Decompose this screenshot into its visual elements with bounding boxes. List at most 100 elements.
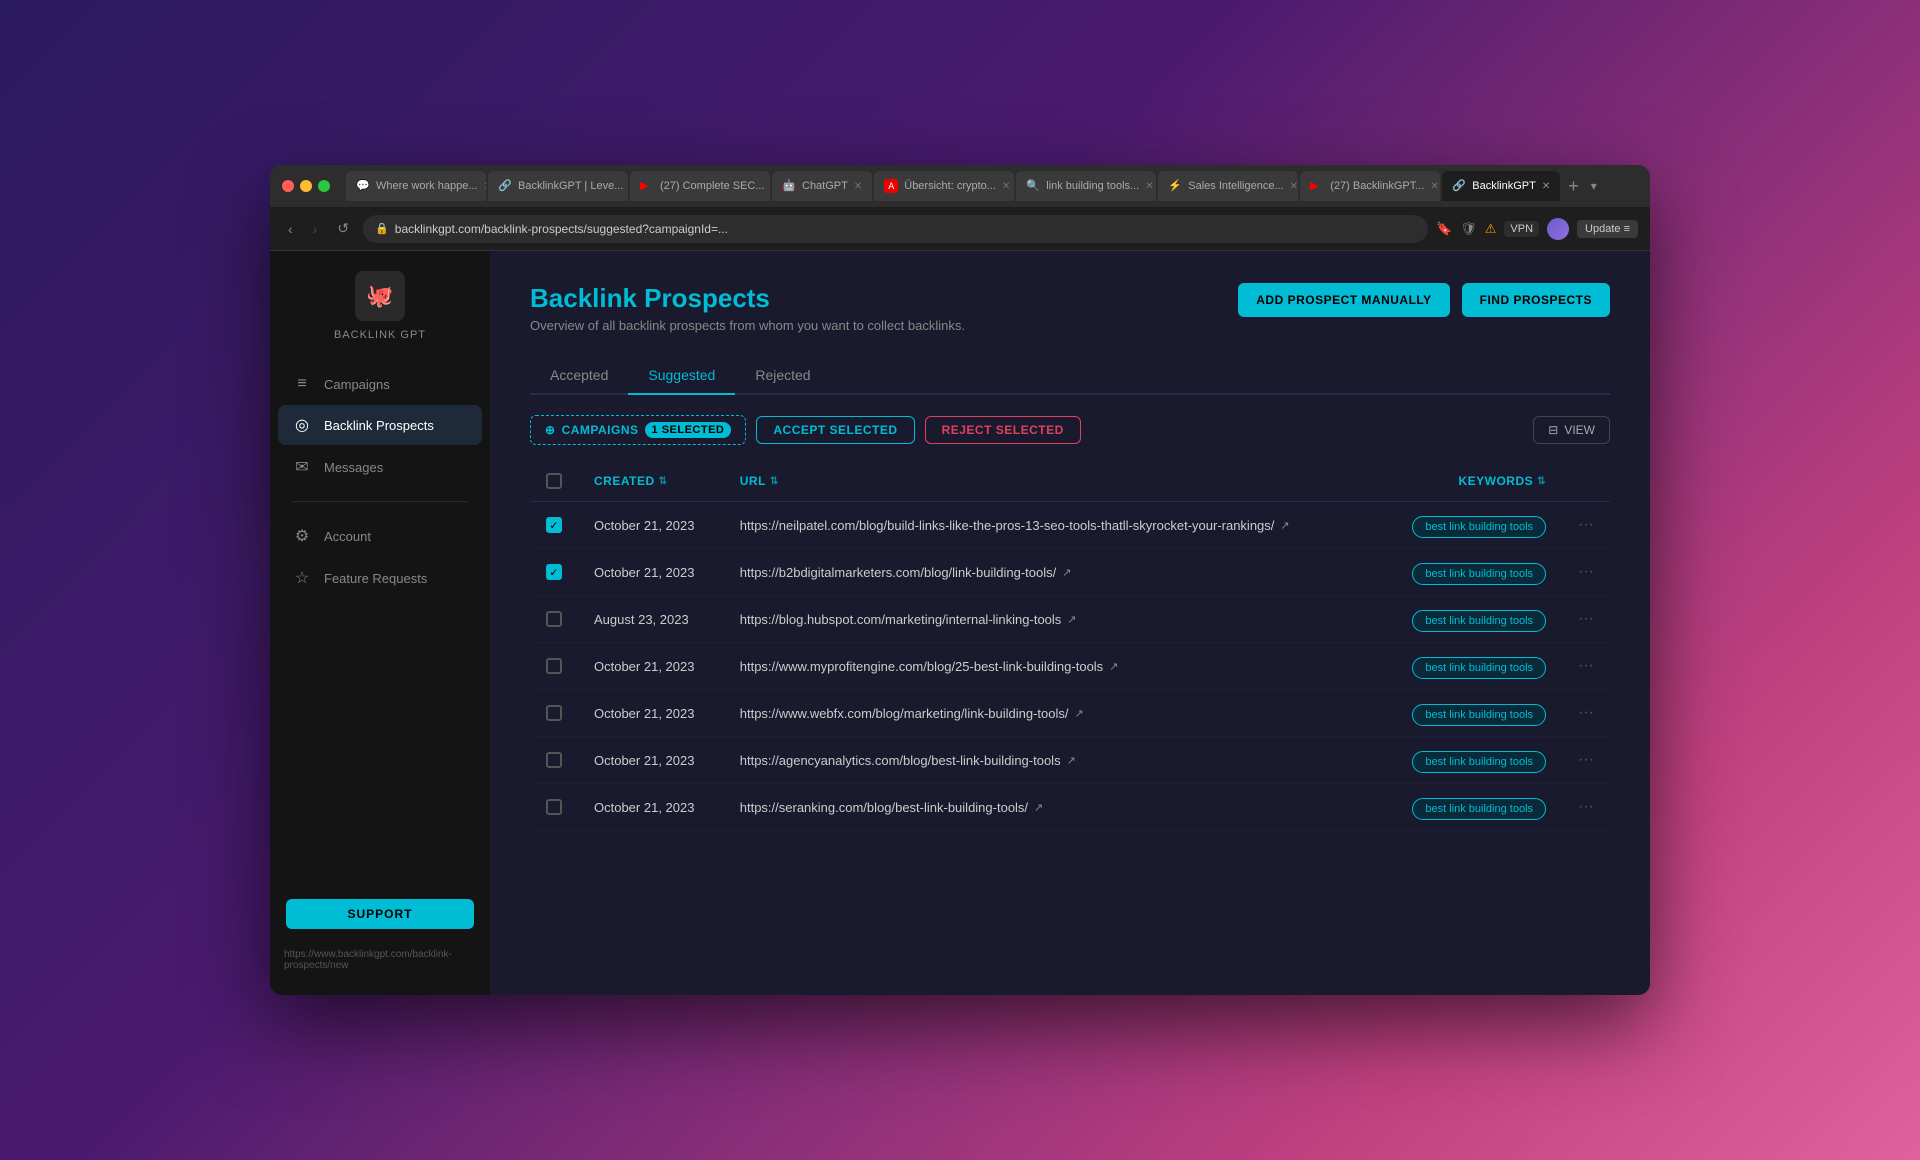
select-all-checkbox[interactable] bbox=[546, 473, 562, 489]
tab-youtube1[interactable]: ▶ (27) Complete SEC... ✕ bbox=[630, 171, 770, 201]
date-cell: October 21, 2023 bbox=[578, 690, 724, 737]
reject-selected-button[interactable]: REJECT SELECTED bbox=[925, 416, 1081, 444]
url-cell[interactable]: https://seranking.com/blog/best-link-bui… bbox=[724, 784, 1364, 831]
row-checkbox[interactable] bbox=[546, 705, 562, 721]
sidebar-item-account[interactable]: ⚙ Account bbox=[278, 516, 482, 556]
url-column-header[interactable]: URL ⇅ bbox=[724, 461, 1364, 502]
created-column-header[interactable]: CREATED ⇅ bbox=[578, 461, 724, 502]
more-options-button[interactable]: ··· bbox=[1578, 798, 1594, 815]
backlink-icon: ◎ bbox=[292, 415, 312, 435]
tab-backlink-active[interactable]: 🔗 BacklinkGPT ✕ bbox=[1442, 171, 1560, 201]
tab-close-icon[interactable]: ✕ bbox=[854, 181, 862, 192]
warning-icon: ⚠ bbox=[1485, 221, 1497, 237]
url-cell[interactable]: https://www.myprofitengine.com/blog/25-b… bbox=[724, 643, 1364, 690]
tab-dropdown-button[interactable]: ▾ bbox=[1587, 179, 1601, 193]
tab-sales[interactable]: ⚡ Sales Intelligence... ✕ bbox=[1158, 171, 1298, 201]
url-cell[interactable]: https://www.webfx.com/blog/marketing/lin… bbox=[724, 690, 1364, 737]
tab-close-icon[interactable]: ✕ bbox=[1430, 181, 1438, 192]
row-actions-cell[interactable]: ··· bbox=[1562, 549, 1610, 596]
update-button[interactable]: Update ≡ bbox=[1577, 220, 1638, 238]
view-button[interactable]: ⊟ VIEW bbox=[1533, 416, 1610, 444]
more-options-button[interactable]: ··· bbox=[1578, 704, 1594, 721]
external-link-icon[interactable]: ↗ bbox=[1109, 660, 1118, 673]
more-options-button[interactable]: ··· bbox=[1578, 751, 1594, 768]
row-actions-cell[interactable]: ··· bbox=[1562, 502, 1610, 549]
more-options-button[interactable]: ··· bbox=[1578, 516, 1594, 533]
tab-close-icon[interactable]: ✕ bbox=[484, 181, 487, 192]
table-row: October 21, 2023 https://seranking.com/b… bbox=[530, 784, 1610, 831]
external-link-icon[interactable]: ↗ bbox=[1062, 566, 1071, 579]
maximize-button[interactable] bbox=[318, 180, 330, 192]
minimize-button[interactable] bbox=[300, 180, 312, 192]
tab-youtube2[interactable]: ▶ (27) BacklinkGPT... ✕ bbox=[1300, 171, 1440, 201]
url-cell[interactable]: https://b2bdigitalmarketers.com/blog/lin… bbox=[724, 549, 1364, 596]
checkbox-cell[interactable] bbox=[530, 643, 578, 690]
sidebar-item-backlink-prospects[interactable]: ◎ Backlink Prospects bbox=[278, 405, 482, 445]
back-button[interactable]: ‹ bbox=[282, 217, 299, 241]
tab-google[interactable]: 🔍 link building tools... ✕ bbox=[1016, 171, 1156, 201]
reload-button[interactable]: ↺ bbox=[331, 216, 355, 241]
tab-accepted[interactable]: Accepted bbox=[530, 357, 628, 393]
sidebar-item-messages[interactable]: ✉ Messages bbox=[278, 447, 482, 487]
campaigns-filter-button[interactable]: ⊕ CAMPAIGNS 1 SELECTED bbox=[530, 415, 746, 445]
new-tab-button[interactable]: + bbox=[1562, 176, 1585, 197]
checkbox-cell[interactable] bbox=[530, 596, 578, 643]
tab-close-icon[interactable]: ✕ bbox=[1145, 181, 1153, 192]
row-actions-cell[interactable]: ··· bbox=[1562, 596, 1610, 643]
row-checkbox[interactable] bbox=[546, 611, 562, 627]
url-cell[interactable]: https://blog.hubspot.com/marketing/inter… bbox=[724, 596, 1364, 643]
campaigns-icon: ≡ bbox=[292, 375, 312, 393]
select-all-header[interactable] bbox=[530, 461, 578, 502]
close-button[interactable] bbox=[282, 180, 294, 192]
tab-chatgpt[interactable]: 🤖 ChatGPT ✕ bbox=[772, 171, 872, 201]
more-options-button[interactable]: ··· bbox=[1578, 610, 1594, 627]
tab-suggested[interactable]: Suggested bbox=[628, 357, 735, 393]
row-checkbox[interactable] bbox=[546, 658, 562, 674]
row-checkbox[interactable]: ✓ bbox=[546, 564, 562, 580]
shield-icon[interactable]: 🛡 bbox=[1460, 221, 1477, 237]
sales-favicon: ⚡ bbox=[1168, 179, 1182, 193]
support-button[interactable]: SUPPORT bbox=[286, 899, 474, 929]
external-link-icon[interactable]: ↗ bbox=[1067, 613, 1076, 626]
checkbox-cell[interactable] bbox=[530, 737, 578, 784]
row-checkbox[interactable] bbox=[546, 752, 562, 768]
sidebar-item-feature-requests[interactable]: ☆ Feature Requests bbox=[278, 558, 482, 598]
external-link-icon[interactable]: ↗ bbox=[1034, 801, 1043, 814]
tab-slack[interactable]: 💬 Where work happe... ✕ bbox=[346, 171, 486, 201]
row-checkbox[interactable]: ✓ bbox=[546, 517, 562, 533]
profile-avatar[interactable] bbox=[1547, 218, 1569, 240]
add-prospect-button[interactable]: ADD PROSPECT MANUALLY bbox=[1238, 283, 1449, 317]
checkbox-cell[interactable] bbox=[530, 690, 578, 737]
keywords-column-header[interactable]: KEYWORDS ⇅ bbox=[1364, 461, 1562, 502]
row-actions-cell[interactable]: ··· bbox=[1562, 690, 1610, 737]
row-actions-cell[interactable]: ··· bbox=[1562, 737, 1610, 784]
checkbox-cell[interactable]: ✓ bbox=[530, 502, 578, 549]
tab-label: BacklinkGPT bbox=[1472, 180, 1536, 192]
bookmark-icon[interactable]: 🔖 bbox=[1436, 221, 1452, 237]
tab-close-icon[interactable]: ✕ bbox=[1002, 181, 1010, 192]
row-checkbox[interactable] bbox=[546, 799, 562, 815]
external-link-icon[interactable]: ↗ bbox=[1067, 754, 1076, 767]
find-prospects-button[interactable]: FIND PROSPECTS bbox=[1462, 283, 1610, 317]
external-link-icon[interactable]: ↗ bbox=[1075, 707, 1084, 720]
sidebar-item-campaigns[interactable]: ≡ Campaigns bbox=[278, 365, 482, 403]
url-cell[interactable]: https://agencyanalytics.com/blog/best-li… bbox=[724, 737, 1364, 784]
forward-button[interactable]: › bbox=[307, 217, 324, 241]
checkbox-cell[interactable] bbox=[530, 784, 578, 831]
tab-rejected[interactable]: Rejected bbox=[735, 357, 830, 393]
tab-ubersicht[interactable]: A Übersicht: crypto... ✕ bbox=[874, 171, 1014, 201]
row-actions-cell[interactable]: ··· bbox=[1562, 784, 1610, 831]
more-options-button[interactable]: ··· bbox=[1578, 563, 1594, 580]
url-cell[interactable]: https://neilpatel.com/blog/build-links-l… bbox=[724, 502, 1364, 549]
tab-backlink1[interactable]: 🔗 BacklinkGPT | Leve... ✕ bbox=[488, 171, 628, 201]
row-actions-cell[interactable]: ··· bbox=[1562, 643, 1610, 690]
tab-label: Where work happe... bbox=[376, 180, 478, 192]
table-row: October 21, 2023 https://agencyanalytics… bbox=[530, 737, 1610, 784]
checkbox-cell[interactable]: ✓ bbox=[530, 549, 578, 596]
accept-selected-button[interactable]: ACCEPT SELECTED bbox=[756, 416, 914, 444]
tab-close-icon[interactable]: ✕ bbox=[1542, 181, 1550, 192]
external-link-icon[interactable]: ↗ bbox=[1280, 519, 1289, 532]
tab-close-icon[interactable]: ✕ bbox=[1290, 181, 1298, 192]
more-options-button[interactable]: ··· bbox=[1578, 657, 1594, 674]
url-bar[interactable]: 🔒 backlinkgpt.com/backlink-prospects/sug… bbox=[363, 215, 1428, 243]
